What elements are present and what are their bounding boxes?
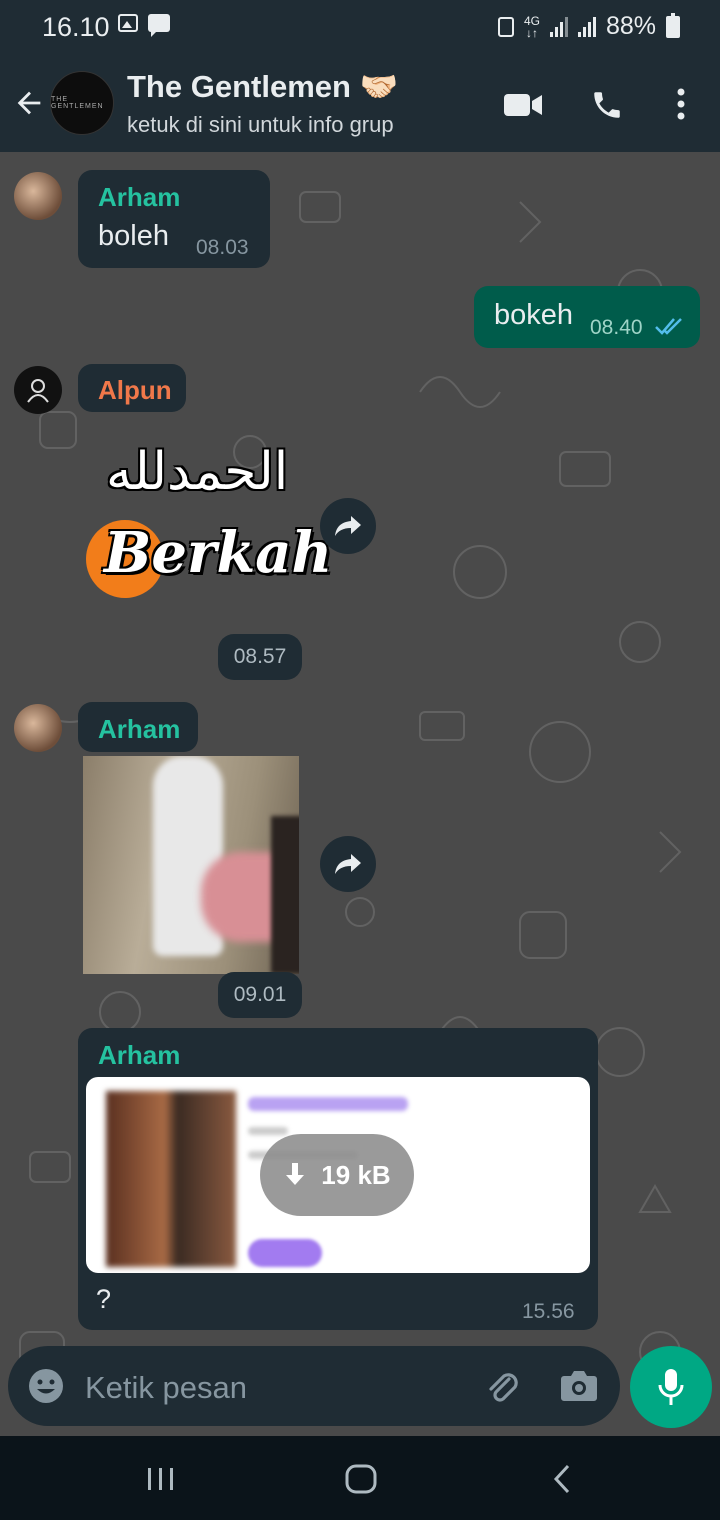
video-call-icon[interactable]: [504, 92, 542, 118]
back-arrow-icon[interactable]: [12, 86, 46, 120]
message-text: bokeh: [494, 299, 574, 331]
message-text: ?: [96, 1284, 112, 1314]
sleeve-shape: [271, 816, 299, 974]
message-time: 08.03: [196, 236, 249, 259]
system-navigation-bar: [0, 1436, 720, 1520]
sender-name-pill[interactable]: Alpun: [78, 364, 186, 412]
photo-time: 09.01: [218, 972, 302, 1018]
message-input[interactable]: Ketik pesan: [85, 1370, 247, 1406]
signal-icon: [549, 16, 568, 37]
voice-record-button[interactable]: [630, 1346, 712, 1428]
home-icon[interactable]: [345, 1464, 377, 1494]
chat-area[interactable]: Arham boleh 08.03 bokeh 08.40 Alpun الحم…: [0, 152, 720, 1436]
avatar-figure-icon: [27, 379, 49, 403]
media-preview-card[interactable]: 19 kB: [86, 1077, 590, 1273]
preview-line-blur: [248, 1127, 288, 1135]
status-bar: 16.10 4G ↓↑ 88%: [0, 0, 720, 56]
recent-apps-icon[interactable]: [146, 1466, 176, 1492]
group-title[interactable]: The Gentlemen 🤝🏻: [127, 68, 398, 105]
message-bubble-incoming[interactable]: Arham boleh 08.03: [78, 170, 270, 268]
status-time: 16.10: [42, 12, 110, 42]
sender-name[interactable]: Arham: [98, 182, 180, 213]
sender-avatar-alpun[interactable]: [14, 366, 62, 414]
sticker-time: 08.57: [218, 634, 302, 680]
battery-icon: [666, 12, 680, 38]
sender-name[interactable]: Arham: [98, 1040, 180, 1071]
read-ticks-icon: [655, 318, 682, 335]
data-saver-icon: [497, 16, 514, 37]
more-options-icon[interactable]: [672, 86, 690, 122]
camera-icon[interactable]: [560, 1368, 598, 1402]
download-button[interactable]: 19 kB: [260, 1134, 414, 1216]
forward-button[interactable]: [320, 836, 376, 892]
photo-thumbnail[interactable]: [83, 756, 299, 974]
voice-call-icon[interactable]: [590, 88, 624, 122]
forward-arrow-icon: [335, 516, 361, 536]
group-info-hint[interactable]: ketuk di sini untuk info grup: [127, 112, 394, 138]
forward-arrow-icon: [335, 854, 361, 874]
message-bubble-incoming[interactable]: Arham 19 kB ? 15.56: [78, 1028, 598, 1330]
download-arrow-icon: [286, 1163, 305, 1185]
sender-avatar-arham[interactable]: [14, 704, 62, 752]
sender-name-pill[interactable]: Arham: [78, 702, 198, 752]
group-avatar[interactable]: THE GENTLEMEN: [50, 71, 114, 135]
gallery-notification-icon: [118, 14, 138, 32]
attach-paperclip-icon[interactable]: [482, 1366, 522, 1406]
preview-title-blur: [248, 1097, 408, 1111]
back-nav-icon[interactable]: [552, 1464, 572, 1494]
network-type: 4G ↓↑: [523, 13, 540, 40]
microphone-icon: [658, 1369, 684, 1405]
message-notification-icon: [148, 14, 170, 37]
download-size: 19 kB: [321, 1159, 391, 1190]
preview-play-button: [248, 1239, 322, 1267]
forward-button[interactable]: [320, 498, 376, 554]
sender-name[interactable]: Alpun: [98, 375, 172, 406]
sticker-word: Berkah: [104, 520, 333, 586]
sender-name[interactable]: Arham: [98, 714, 180, 745]
message-time: 08.40: [590, 316, 643, 339]
sticker-arabic-text: الحمدلله: [106, 442, 289, 502]
sticker-image[interactable]: الحمدلله Berkah: [86, 442, 332, 602]
message-text: boleh: [98, 220, 169, 252]
chat-header: THE GENTLEMEN The Gentlemen 🤝🏻 ketuk di …: [0, 56, 720, 152]
sender-avatar-arham[interactable]: [14, 172, 62, 220]
message-input-bar[interactable]: Ketik pesan: [8, 1346, 620, 1426]
signal-icon-2: [577, 16, 596, 37]
message-time: 15.56: [522, 1300, 575, 1323]
emoji-icon[interactable]: [28, 1368, 64, 1404]
message-bubble-outgoing[interactable]: bokeh 08.40: [474, 286, 700, 348]
battery-percent: 88%: [605, 12, 656, 40]
preview-poster: [106, 1091, 236, 1267]
